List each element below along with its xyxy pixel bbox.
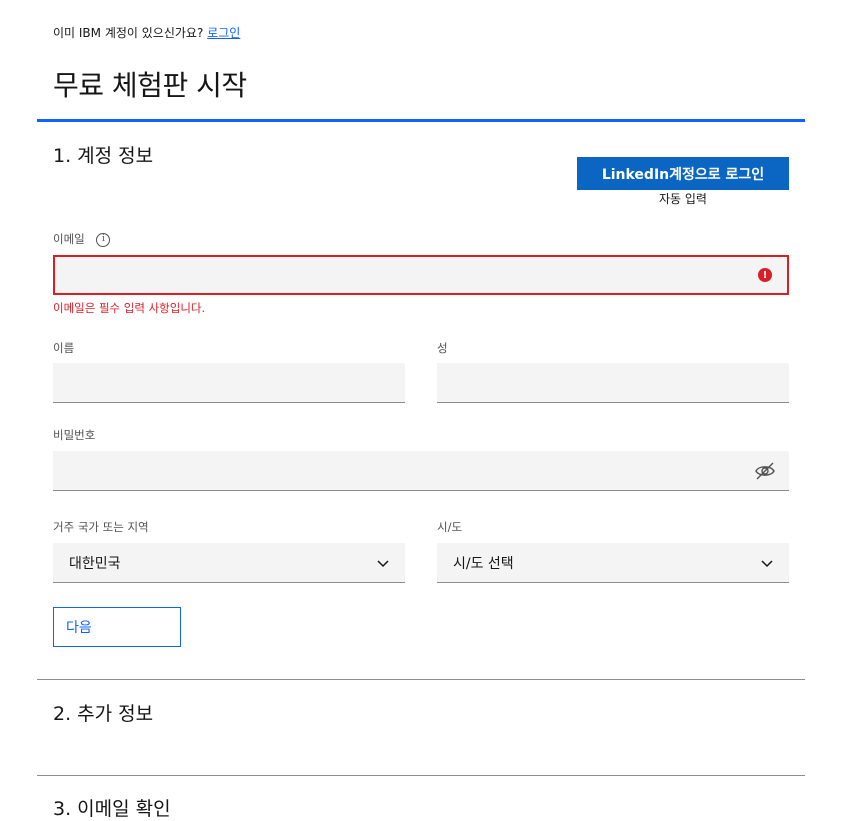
section-title-account-info: 1. 계정 정보 [53,145,154,167]
existing-account-text: 이미 IBM 계정이 있으신가요? [53,26,204,40]
email-label: 이메일 [53,232,85,246]
chevron-down-icon [761,560,773,568]
section-divider [37,679,805,680]
section-divider-active [37,119,805,122]
section-divider [37,775,805,776]
section-title-email-verification[interactable]: 3. 이메일 확인 [53,794,171,821]
login-link[interactable]: 로그인 [207,26,240,40]
autofill-caption: 자동 입력 [659,192,707,206]
password-label: 비밀번호 [53,428,96,442]
password-input[interactable] [53,451,789,491]
state-label: 시/도 [437,520,463,534]
info-icon[interactable]: i [96,232,111,247]
email-error-message: 이메일은 필수 입력 사항입니다. [53,301,206,315]
section-title-additional-info[interactable]: 2. 추가 정보 [53,699,153,726]
first-name-label: 이름 [53,341,75,355]
last-name-label: 성 [437,341,448,355]
password-visibility-toggle-icon[interactable] [754,461,776,481]
first-name-input[interactable] [53,363,405,403]
state-select[interactable]: 시/도 선택 [437,543,789,583]
country-selected-value: 대한민국 [69,555,121,572]
email-input[interactable] [53,255,789,295]
page-title: 무료 체험판 시작 [53,69,247,102]
country-select[interactable]: 대한민국 [53,543,405,583]
email-label-row: 이메일 i [53,231,111,247]
chevron-down-icon [377,560,389,568]
state-selected-value: 시/도 선택 [453,555,514,572]
existing-account-prompt: 이미 IBM 계정이 있으신가요? 로그인 [53,24,240,41]
error-icon: ! [758,268,772,282]
linkedin-login-button[interactable]: LinkedIn계정으로 로그인 [577,157,789,190]
next-button[interactable]: 다음 [53,607,181,647]
last-name-input[interactable] [437,363,789,403]
country-label: 거주 국가 또는 지역 [53,520,149,534]
